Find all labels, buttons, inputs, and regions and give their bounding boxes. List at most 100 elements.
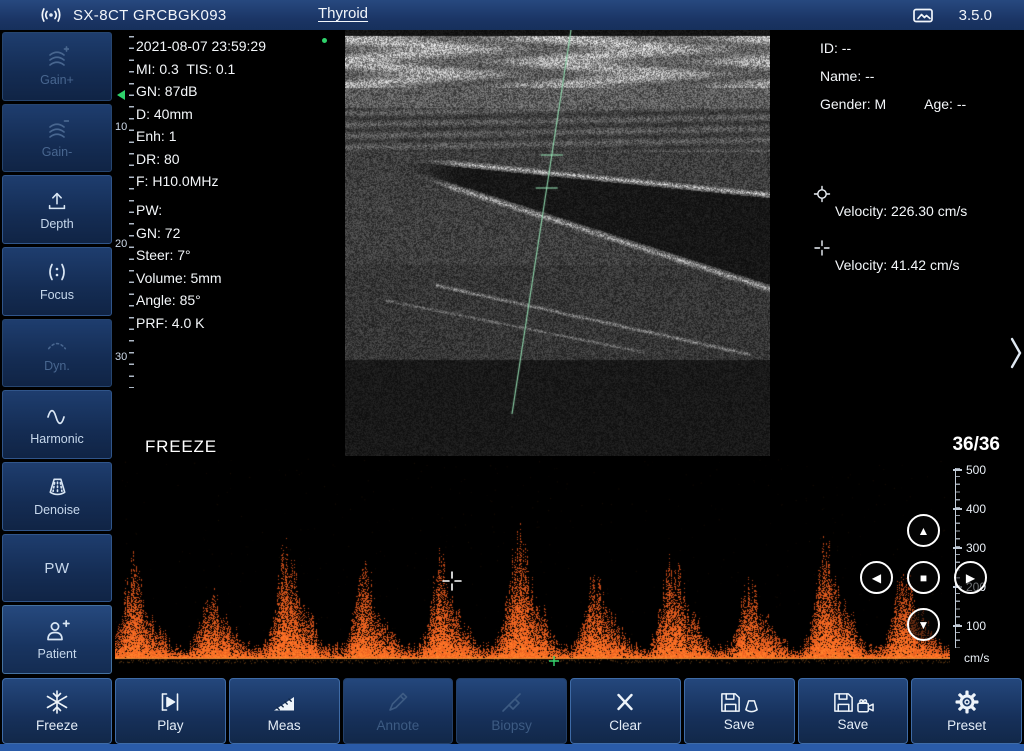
scale-400: 400 [966,502,986,516]
gain-plus-label: Gain+ [40,73,74,87]
denoise-fan-icon [45,475,70,499]
param-depth: D: 40mm [136,103,266,126]
save-image-label: Save [724,717,755,732]
preset-button[interactable]: Preset [911,678,1022,744]
patient-gender: Gender: M [820,90,886,118]
param-frequency: F: H10.0MHz [136,170,266,193]
bottom-toolbar: Freeze Play Meas [0,678,1024,744]
doppler-spectrum[interactable] [115,458,950,678]
param-mi-tis: MI: 0.3 TIS: 0.1 [136,58,266,81]
depth-ruler: 10 20 30 [115,30,139,395]
preset-label: Preset [947,718,986,733]
topbar-right: 3.5.0 [913,0,992,30]
patient-info-block: ID: -- Name: -- Gender: M Age: -- [820,34,966,118]
save-video-label: Save [837,717,868,732]
nav-up-button[interactable]: ▲ [907,514,940,547]
snowflake-icon [44,689,70,715]
depth-button[interactable]: Depth [2,175,112,244]
device-id: SX-8CT GRCBGK093 [73,7,227,24]
dynamic-range-button[interactable]: Dyn. [2,319,112,388]
biopsy-needle-icon [499,689,525,715]
denoise-button[interactable]: Denoise [2,462,112,531]
caliper-icon [271,689,297,715]
denoise-label: Denoise [34,503,80,517]
nav-down-button[interactable]: ▼ [907,608,940,641]
measure-button[interactable]: Meas [229,678,340,744]
pw-steer: Steer: 7° [136,244,222,267]
orientation-marker-dot [322,38,327,43]
measurement-target-icon [813,185,831,203]
focus-icon [45,260,69,284]
scale-unit: cm/s [964,651,989,665]
param-enhance: Enh: 1 [136,125,266,148]
pw-mode-button[interactable]: PW [2,534,112,603]
scale-300: 300 [966,541,986,555]
nav-right-button[interactable]: ▶ [954,561,987,594]
patient-button[interactable]: Patient [2,605,112,674]
bmode-image[interactable] [345,30,770,456]
expand-panel-chevron-icon[interactable] [1010,337,1022,369]
pw-mode-label: PW [44,560,69,577]
ultrasound-app: SX-8CT GRCBGK093 Thyroid 3.5.0 Gain+ [0,0,1024,751]
play-button[interactable]: Play [115,678,226,744]
pw-prf: PRF: 4.0 K [136,312,222,335]
nav-left-button[interactable]: ◀ [860,561,893,594]
save-video-button[interactable]: Save [798,678,909,744]
screenshot-icon[interactable] [913,8,933,23]
biopsy-button[interactable]: Biopsy [456,678,567,744]
depth-ruler-ticks [129,36,134,388]
save-image-icon [719,691,759,714]
save-image-button[interactable]: Save [684,678,795,744]
nav-stop-button[interactable]: ■ [907,561,940,594]
clear-x-icon [612,689,638,715]
dynamic-range-label: Dyn. [44,359,70,373]
software-version: 3.5.0 [959,7,992,24]
preset-name-link[interactable]: Thyroid [318,5,368,22]
probe-signal-icon [40,7,62,23]
measurement-cross-icon [813,239,831,257]
gain-minus-icon [45,117,69,141]
bottom-accent-strip [0,744,1024,751]
left-control-panel: Gain+ Gain- Depth [0,31,114,675]
up-triangle-icon: ▲ [918,525,930,537]
harmonic-label: Harmonic [30,432,84,446]
patient-label: Patient [38,647,77,661]
harmonic-button[interactable]: Harmonic [2,390,112,459]
focus-button[interactable]: Focus [2,247,112,316]
pw-spectrum-section: 500 400 300 200 100 cm/s ▲ ◀ ■ ▶ ▼ [115,458,1024,678]
pw-angle: Angle: 85° [136,289,222,312]
dynamic-range-icon [45,333,69,355]
depth-label: Depth [40,217,73,231]
clear-label: Clear [609,718,641,733]
freeze-button[interactable]: Freeze [2,678,112,744]
focus-depth-marker[interactable] [117,90,125,100]
pw-title: PW: [136,199,222,222]
bmode-section: 2021-08-07 23:59:29 MI: 0.3 TIS: 0.1 GN:… [115,30,1024,458]
imaging-area: 2021-08-07 23:59:29 MI: 0.3 TIS: 0.1 GN:… [115,30,1024,678]
spectrum-cursor-crosshair [442,571,462,596]
patient-icon [44,619,70,643]
device-info: SX-8CT GRCBGK093 [0,7,227,24]
scale-500: 500 [966,463,986,477]
left-triangle-icon: ◀ [872,572,881,584]
harmonic-wave-icon [44,404,70,428]
pencil-icon [385,689,411,715]
play-icon [157,689,183,715]
depth-tick-10: 10 [115,121,127,133]
gear-icon [954,689,980,715]
gain-minus-button[interactable]: Gain- [2,104,112,173]
gain-plus-button[interactable]: Gain+ [2,32,112,101]
baseline-marker-icon [549,653,559,671]
down-triangle-icon: ▼ [918,619,930,631]
play-label: Play [157,718,183,733]
velocity-readout-1: Velocity: 226.30 cm/s [835,203,967,219]
pw-volume: Volume: 5mm [136,267,222,290]
acquisition-datetime: 2021-08-07 23:59:29 [136,35,266,58]
param-gain: GN: 87dB [136,80,266,103]
annotate-button[interactable]: Annote [343,678,454,744]
clear-button[interactable]: Clear [570,678,681,744]
save-video-icon [832,691,874,714]
right-triangle-icon: ▶ [966,572,975,584]
focus-label: Focus [40,288,74,302]
pw-gain: GN: 72 [136,222,222,245]
